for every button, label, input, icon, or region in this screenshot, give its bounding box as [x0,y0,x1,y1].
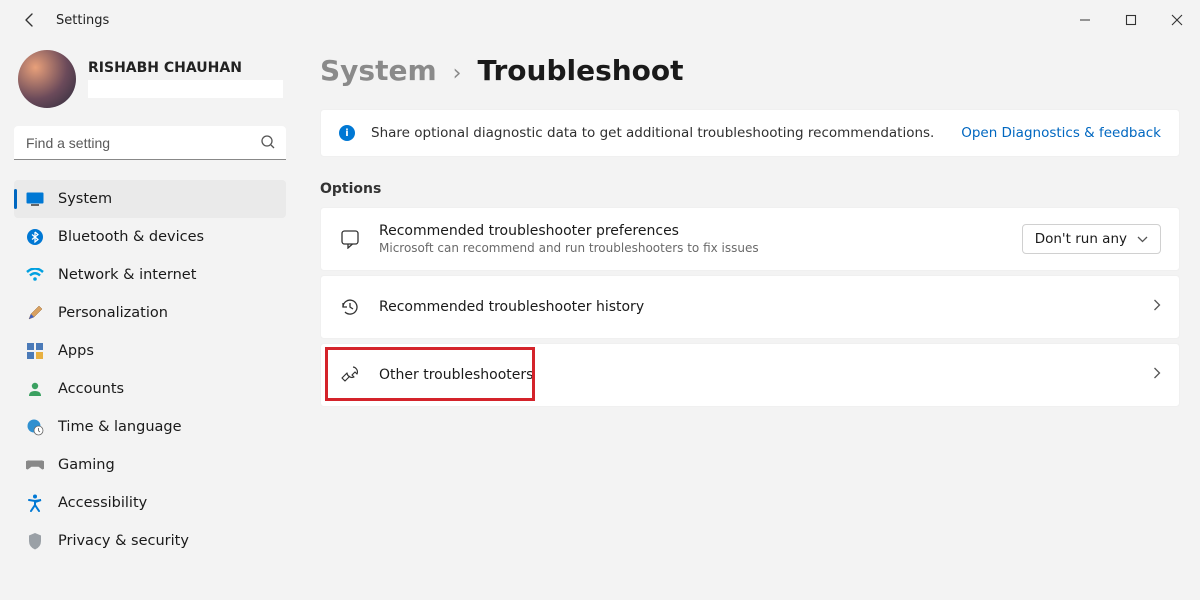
nav-item-accounts[interactable]: Accounts [14,370,286,408]
controller-icon [26,456,44,474]
nav-item-gaming[interactable]: Gaming [14,446,286,484]
card-title: Recommended troubleshooter history [379,299,644,315]
nav-label: Time & language [58,419,182,435]
apps-icon [26,342,44,360]
window-controls [1062,0,1200,40]
nav-label: Gaming [58,457,115,473]
app-title: Settings [56,13,109,28]
chevron-right-icon: › [453,61,462,86]
nav-item-personalization[interactable]: Personalization [14,294,286,332]
profile-name: RISHABH CHAUHAN [88,60,286,76]
history-icon [339,296,361,318]
chevron-right-icon [1153,299,1161,315]
globe-clock-icon [26,418,44,436]
nav-item-bluetooth[interactable]: Bluetooth & devices [14,218,286,256]
minimize-button[interactable] [1062,0,1108,40]
card-other-troubleshooters[interactable]: Other troubleshooters [320,343,1180,407]
nav-item-apps[interactable]: Apps [14,332,286,370]
card-subtitle: Microsoft can recommend and run troubles… [379,241,759,255]
avatar [18,50,76,108]
close-icon [1171,14,1183,26]
troubleshooter-run-dropdown[interactable]: Don't run any [1022,224,1161,254]
breadcrumb: System › Troubleshoot [320,54,1180,87]
chevron-right-icon [1153,367,1161,383]
nav-item-network[interactable]: Network & internet [14,256,286,294]
info-text: Share optional diagnostic data to get ad… [371,125,934,141]
nav-item-time[interactable]: Time & language [14,408,286,446]
info-bar: i Share optional diagnostic data to get … [320,109,1180,157]
minimize-icon [1079,14,1091,26]
accessibility-icon [26,494,44,512]
nav-list: System Bluetooth & devices Network & int… [14,180,286,560]
wifi-icon [26,266,44,284]
chat-icon [339,228,361,250]
bluetooth-icon [26,228,44,246]
card-troubleshooter-preferences[interactable]: Recommended troubleshooter preferences M… [320,207,1180,271]
open-diagnostics-link[interactable]: Open Diagnostics & feedback [961,125,1161,141]
nav-label: Bluetooth & devices [58,229,204,245]
sidebar: RISHABH CHAUHAN System Bluetooth & de [0,40,300,600]
nav-label: Accounts [58,381,124,397]
profile-block[interactable]: RISHABH CHAUHAN [14,50,286,108]
close-button[interactable] [1154,0,1200,40]
info-icon: i [339,125,355,141]
search-input[interactable] [14,126,286,160]
title-bar: Settings [0,0,1200,40]
maximize-icon [1125,14,1137,26]
section-label: Options [320,181,1180,197]
nav-label: System [58,191,112,207]
card-title: Other troubleshooters [379,367,533,383]
profile-email-redacted [88,80,283,98]
back-button[interactable] [18,8,42,32]
chevron-down-icon [1137,231,1148,247]
dropdown-value: Don't run any [1035,231,1127,247]
page-title: Troubleshoot [477,54,683,87]
nav-label: Network & internet [58,267,196,283]
main-pane: System › Troubleshoot i Share optional d… [300,40,1200,600]
nav-label: Privacy & security [58,533,189,549]
search-icon [260,134,276,154]
nav-item-system[interactable]: System [14,180,286,218]
nav-label: Accessibility [58,495,147,511]
paintbrush-icon [26,304,44,322]
wrench-icon [339,364,361,386]
nav-item-privacy[interactable]: Privacy & security [14,522,286,560]
back-arrow-icon [22,12,38,28]
maximize-button[interactable] [1108,0,1154,40]
card-title: Recommended troubleshooter preferences [379,223,759,239]
breadcrumb-parent[interactable]: System [320,54,437,87]
card-troubleshooter-history[interactable]: Recommended troubleshooter history [320,275,1180,339]
person-icon [26,380,44,398]
nav-label: Personalization [58,305,168,321]
shield-icon [26,532,44,550]
nav-item-accessibility[interactable]: Accessibility [14,484,286,522]
nav-label: Apps [58,343,94,359]
system-icon [26,190,44,208]
search-container [14,126,286,160]
